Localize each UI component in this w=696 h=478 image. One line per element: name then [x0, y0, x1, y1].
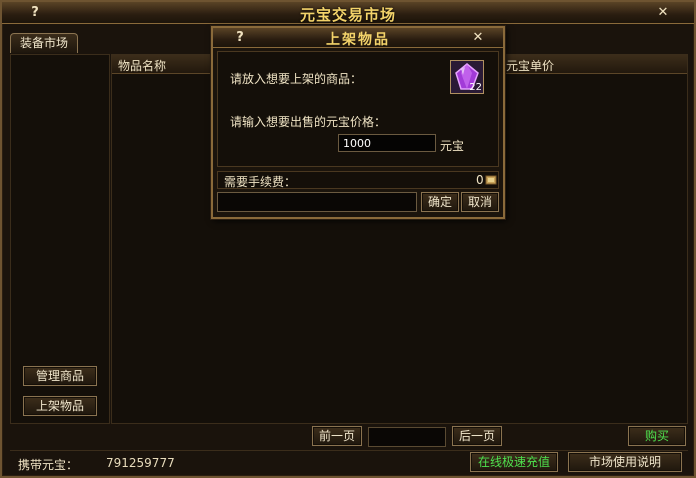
- next-page-button[interactable]: 后一页: [452, 426, 502, 446]
- dialog-title: 上架物品: [326, 32, 390, 48]
- market-help-button[interactable]: 市场使用说明: [568, 452, 682, 472]
- carried-ingots-label: 携带元宝：: [18, 458, 79, 472]
- carried-ingots-value: 791259777: [106, 456, 175, 470]
- close-icon[interactable]: ✕: [654, 5, 672, 21]
- item-count: 22: [469, 82, 482, 93]
- recharge-button[interactable]: 在线极速充值: [470, 452, 558, 472]
- cancel-button[interactable]: 取消: [461, 192, 499, 212]
- price-unit: 元宝: [440, 139, 465, 153]
- list-item-dialog: ? 上架物品 ✕ 请放入想要上架的商品： 22 请输入想要出售的元宝价格： 元宝…: [211, 26, 505, 219]
- confirm-button[interactable]: 确定: [421, 192, 459, 212]
- column-unit-price: 元宝单价: [506, 59, 555, 73]
- dialog-titlebar[interactable]: ? 上架物品 ✕: [213, 28, 503, 48]
- item-prompt: 请放入想要上架的商品：: [230, 72, 363, 86]
- item-slot[interactable]: 22: [450, 60, 484, 94]
- price-input[interactable]: [338, 134, 436, 152]
- column-item-name: 物品名称: [118, 59, 167, 73]
- window-titlebar[interactable]: ? 元宝交易市场 ✕: [2, 2, 694, 24]
- dialog-body: 请放入想要上架的商品： 22 请输入想要出售的元宝价格： 元宝: [217, 51, 499, 167]
- message-field[interactable]: [217, 192, 417, 212]
- buy-button[interactable]: 购买: [628, 426, 686, 446]
- ingot-icon: [485, 175, 497, 185]
- fee-value: 0: [476, 173, 484, 187]
- tab-equipment-market[interactable]: 装备市场: [10, 33, 78, 53]
- list-item-button[interactable]: 上架物品: [23, 396, 97, 416]
- left-panel: 管理商品 上架物品: [10, 54, 110, 424]
- dialog-close-icon[interactable]: ✕: [469, 30, 487, 46]
- fee-label: 需要手续费：: [224, 175, 297, 189]
- window-title: 元宝交易市场: [299, 6, 396, 24]
- fee-row: 需要手续费： 0: [217, 171, 499, 189]
- page-number-field[interactable]: [368, 427, 446, 447]
- manage-items-button[interactable]: 管理商品: [23, 366, 97, 386]
- prev-page-button[interactable]: 前一页: [312, 426, 362, 446]
- price-prompt: 请输入想要出售的元宝价格：: [230, 115, 387, 129]
